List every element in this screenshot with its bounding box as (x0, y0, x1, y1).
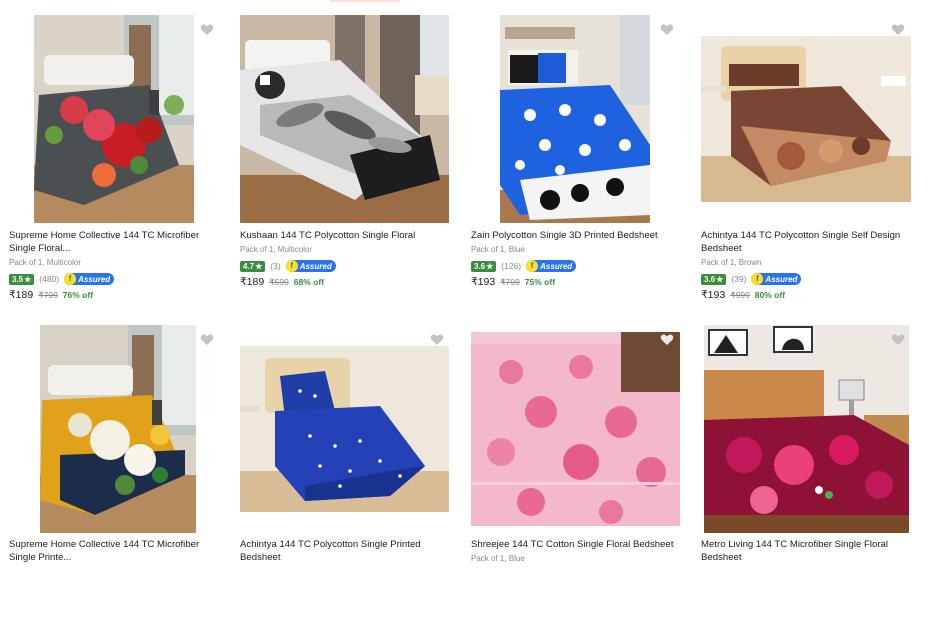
review-count: (126) (501, 261, 522, 271)
heart-icon[interactable] (200, 333, 214, 346)
heart-icon[interactable] (430, 333, 444, 346)
star-icon: ★ (24, 274, 32, 284)
product-variant: Pack of 1, Multicolor (240, 245, 313, 254)
product-image[interactable] (240, 15, 449, 223)
discount: 80% off (754, 290, 786, 300)
product-title[interactable]: Achintya 144 TC Polycotton Single Printe… (240, 538, 455, 564)
product-image[interactable] (240, 346, 449, 512)
rating-badge: 4.7 ★ (240, 260, 266, 272)
discount: 76% off (62, 290, 94, 300)
product-card[interactable]: Supreme Home Collective 144 TC Microfibe… (9, 324, 234, 624)
rating-badge: 3.5 ★ (9, 273, 35, 285)
review-count: (39) (731, 274, 747, 284)
review-count: (480) (39, 274, 60, 284)
rating-row: 3.6 ★ (39) f Assured (701, 273, 802, 285)
product-title[interactable]: Zain Polycotton Single 3D Printed Bedshe… (471, 229, 686, 242)
rating-row: 3.5 ★ (480) f Assured (9, 273, 115, 285)
product-variant: Pack of 1, Multicolor (9, 258, 82, 267)
assured-icon: f (526, 260, 539, 272)
product-title[interactable]: Achintya 144 TC Polycotton Single Self D… (701, 229, 916, 255)
product-variant: Pack of 1, Blue (471, 554, 525, 563)
price-row: ₹189 ₹599 68% off (240, 276, 324, 288)
assured-icon: f (285, 260, 298, 272)
discount: 75% off (524, 277, 556, 287)
product-card[interactable]: Supreme Home Collective 144 TC Microfibe… (9, 14, 234, 314)
rating-badge: 3.6 ★ (471, 260, 497, 272)
assured-badge: f Assured (285, 260, 336, 272)
heart-icon[interactable] (200, 23, 214, 36)
price-row: ₹193 ₹999 80% off (701, 289, 785, 301)
original-price: ₹599 (269, 277, 289, 287)
product-title[interactable]: Metro Living 144 TC Microfiber Single Fl… (701, 538, 916, 564)
product-image[interactable] (34, 15, 194, 223)
product-title[interactable]: Shreejee 144 TC Cotton Single Floral Bed… (471, 538, 686, 551)
rating-row: 4.7 ★ (3) f Assured (240, 260, 336, 272)
product-image[interactable] (471, 332, 680, 526)
product-card[interactable]: Metro Living 144 TC Microfiber Single Fl… (701, 324, 926, 624)
product-variant: Pack of 1, Blue (471, 245, 525, 254)
assured-badge: f Assured (526, 260, 577, 272)
star-icon: ★ (716, 274, 724, 284)
product-image[interactable] (40, 325, 196, 533)
product-title[interactable]: Supreme Home Collective 144 TC Microfibe… (9, 538, 224, 564)
product-card[interactable]: Kushaan 144 TC Polycotton Single Floral … (240, 14, 465, 314)
assured-icon: f (751, 273, 764, 285)
assured-icon: f (64, 273, 77, 285)
product-title[interactable]: Supreme Home Collective 144 TC Microfibe… (9, 229, 224, 255)
heart-icon[interactable] (891, 333, 905, 346)
rating-row: 3.6 ★ (126) f Assured (471, 260, 577, 272)
price-row: ₹189 ₹799 76% off (9, 289, 93, 301)
original-price: ₹799 (500, 277, 520, 287)
product-image[interactable] (704, 325, 909, 533)
product-card[interactable]: Zain Polycotton Single 3D Printed Bedshe… (471, 14, 696, 314)
rating-badge: 3.6 ★ (701, 273, 727, 285)
header-accent-line (330, 0, 400, 2)
original-price: ₹799 (38, 290, 58, 300)
price: ₹193 (471, 276, 496, 288)
product-image[interactable] (701, 36, 911, 202)
heart-icon[interactable] (891, 23, 905, 36)
product-card[interactable]: Achintya 144 TC Polycotton Single Printe… (240, 324, 465, 624)
product-title[interactable]: Kushaan 144 TC Polycotton Single Floral … (240, 229, 455, 242)
product-image[interactable] (500, 15, 650, 223)
review-count: (3) (270, 261, 281, 271)
price: ₹193 (701, 289, 726, 301)
star-icon: ★ (255, 261, 263, 271)
original-price: ₹999 (730, 290, 750, 300)
discount: 68% off (293, 277, 325, 287)
product-card[interactable]: Shreejee 144 TC Cotton Single Floral Bed… (471, 324, 696, 624)
price-row: ₹193 ₹799 75% off (471, 276, 555, 288)
product-variant: Pack of 1, Brown (701, 258, 762, 267)
price: ₹189 (9, 289, 34, 301)
assured-badge: f Assured (64, 273, 115, 285)
heart-icon[interactable] (660, 23, 674, 36)
price: ₹189 (240, 276, 265, 288)
star-icon: ★ (486, 261, 494, 271)
product-card[interactable]: Achintya 144 TC Polycotton Single Self D… (701, 14, 926, 314)
assured-badge: f Assured (751, 273, 802, 285)
heart-icon[interactable] (660, 333, 674, 346)
